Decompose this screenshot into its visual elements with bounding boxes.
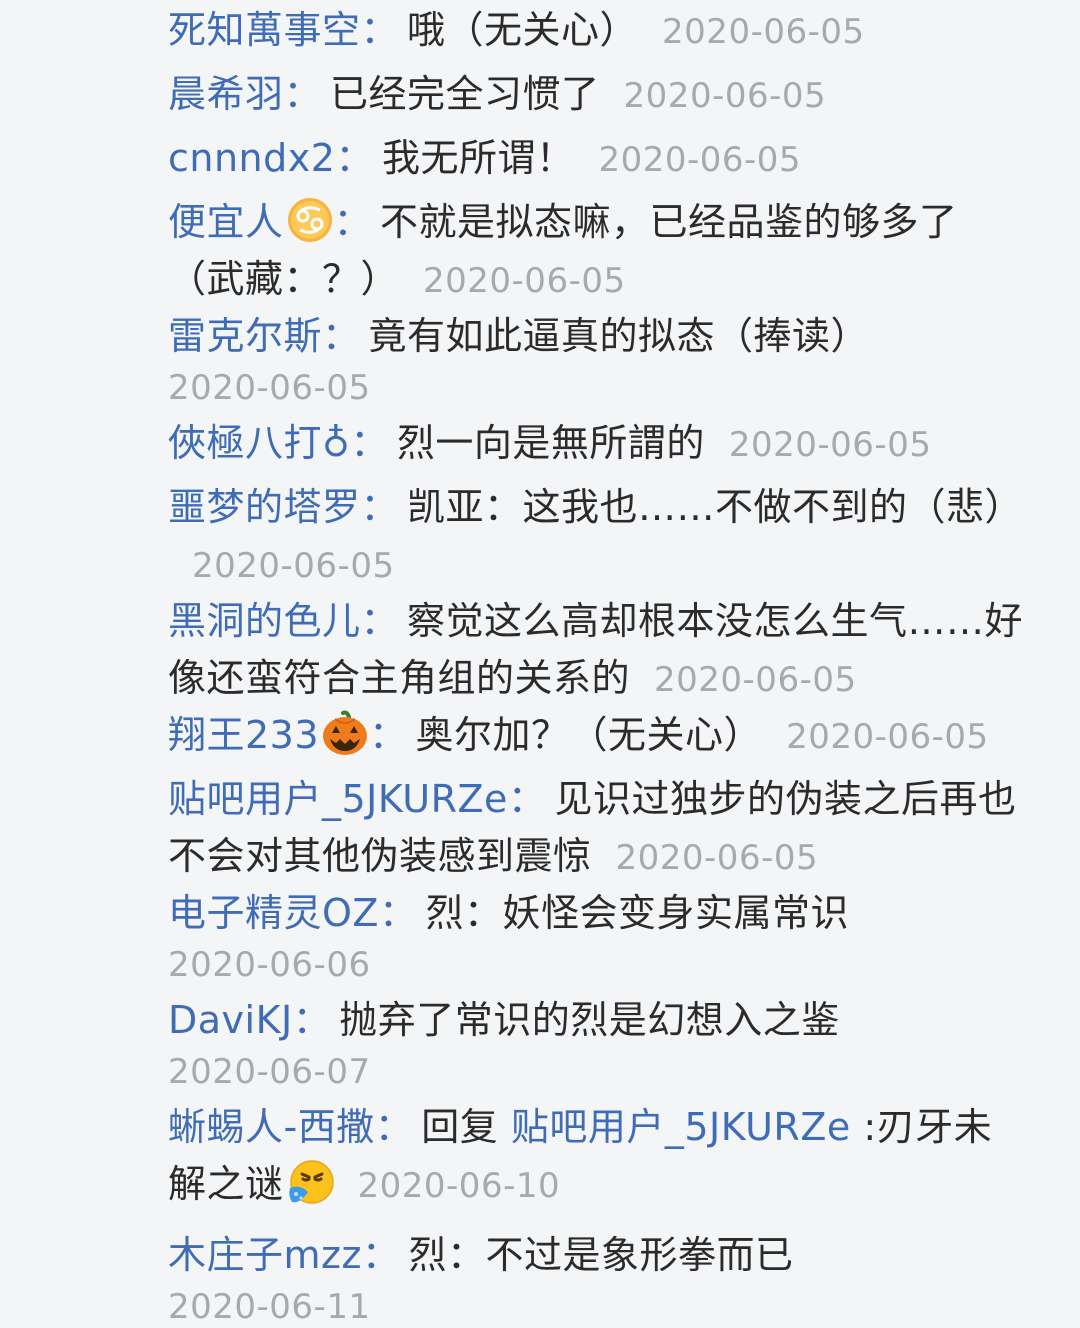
- reply-text: 烈：不过是象形拳而已: [408, 1233, 794, 1277]
- username-link[interactable]: 蜥蜴人-西撒: [168, 1105, 375, 1149]
- list-item: cnnndx2： 我无所谓！ 2020-06-05: [168, 130, 1028, 189]
- reply-text: 竟有如此逼真的拟态（捧读）: [368, 314, 870, 358]
- separator: ：: [333, 200, 373, 244]
- list-item: 噩梦的塔罗： 凯亚：这我也……不做不到的（悲） 2020-06-05: [168, 479, 1028, 595]
- separator: ：: [322, 314, 361, 358]
- timestamp: 2020-06-07: [168, 1052, 371, 1092]
- timestamp: 2020-06-05: [786, 717, 989, 757]
- reply-text: 凯亚：这我也……不做不到的（悲）: [407, 485, 1024, 529]
- reply-text: 抛弃了常识的烈是幻想入之鉴: [339, 998, 840, 1042]
- separator: ：: [378, 891, 418, 935]
- reply-text: 烈：妖怪会变身实属常识: [425, 891, 849, 935]
- jack-o-lantern-icon: [321, 709, 369, 757]
- list-item: 蜥蜴人-西撒： 回复 贴吧用户_5JKURZe :刃牙未解之谜 2020-06-10: [168, 1099, 1028, 1215]
- separator: ：: [335, 136, 374, 180]
- list-item: 晨希羽： 已经完全习惯了 2020-06-05: [168, 66, 1028, 125]
- list-item: 雷克尔斯： 竟有如此逼真的拟态（捧读） 2020-06-05: [168, 308, 1028, 411]
- username-link[interactable]: 俠極八打♁: [168, 421, 350, 465]
- separator: ：: [360, 8, 400, 52]
- separator: ：: [360, 599, 400, 643]
- username-link[interactable]: 噩梦的塔罗: [168, 485, 361, 529]
- username-link[interactable]: DaviKJ: [168, 998, 293, 1042]
- reply-mention-link[interactable]: 贴吧用户_5JKURZe: [511, 1105, 851, 1149]
- username-link[interactable]: 木庄子mzz: [168, 1233, 362, 1277]
- separator: ：: [292, 998, 332, 1042]
- username-link[interactable]: 雷克尔斯: [168, 314, 322, 358]
- list-item: 木庄子mzz： 烈：不过是象形拳而已 2020-06-11: [168, 1227, 1028, 1328]
- username-link[interactable]: 贴吧用户_5JKURZe: [168, 777, 508, 821]
- vomiting-face-emoji-icon: [286, 1158, 334, 1206]
- username-link[interactable]: 电子精灵OZ: [168, 891, 379, 935]
- timestamp: 2020-06-05: [662, 12, 865, 52]
- username-link[interactable]: 便宜人: [168, 200, 284, 244]
- reply-text: 哦（无关心）: [407, 8, 639, 52]
- separator: ：: [360, 485, 400, 529]
- separator: ：: [369, 713, 408, 757]
- username-link[interactable]: 死知萬事空: [168, 8, 361, 52]
- timestamp: 2020-06-05: [728, 425, 932, 465]
- reply-text: 奥尔加？（无关心）: [415, 713, 763, 757]
- list-item: 翔王233 ：奥尔加？（无关心） 2020-06-05: [168, 707, 1028, 766]
- timestamp: 2020-06-05: [598, 140, 802, 180]
- separator: ：: [283, 72, 323, 116]
- username-link[interactable]: 晨希羽: [168, 72, 284, 116]
- separator: ：: [361, 1233, 401, 1277]
- username-link[interactable]: cnnndx2: [168, 136, 335, 180]
- username-link[interactable]: 翔王233: [168, 713, 319, 757]
- timestamp: 2020-06-05: [192, 546, 395, 586]
- timestamp: 2020-06-05: [615, 838, 819, 878]
- reply-text: 我无所谓！: [381, 136, 575, 180]
- list-item: 便宜人：不就是拟态嘛，已经品鉴的够多了（武藏：？） 2020-06-05: [168, 194, 1028, 310]
- timestamp: 2020-06-11: [168, 1287, 371, 1327]
- separator: ：: [350, 421, 389, 465]
- list-item: 电子精灵OZ： 烈：妖怪会变身实属常识 2020-06-06: [168, 885, 1028, 988]
- reply-text: 烈一向是無所謂的: [396, 421, 705, 465]
- reply-prefix: 回复: [421, 1105, 511, 1149]
- reply-text: 已经完全习惯了: [330, 72, 600, 116]
- reply-list: 死知萬事空： 哦（无关心） 2020-06-05 晨希羽： 已经完全习惯了 2020-0…: [168, 0, 1028, 1328]
- timestamp: 2020-06-06: [168, 945, 371, 985]
- separator: ：: [507, 777, 547, 821]
- list-item: 贴吧用户_5JKURZe： 见识过独步的伪装之后再也不会对其他伪装感到震惊 2020…: [168, 771, 1028, 887]
- timestamp: 2020-06-05: [423, 261, 626, 301]
- timestamp: 2020-06-05: [654, 660, 857, 700]
- separator: ：: [374, 1105, 414, 1149]
- list-item: 死知萬事空： 哦（无关心） 2020-06-05: [168, 2, 1028, 61]
- timestamp: 2020-06-10: [357, 1166, 561, 1206]
- list-item: DaviKJ： 抛弃了常识的烈是幻想入之鉴 2020-06-07: [168, 992, 1028, 1095]
- username-link[interactable]: 黑洞的色儿: [168, 599, 361, 643]
- list-item: 黑洞的色儿： 察觉这么高却根本没怎么生气……好像还蛮符合主角组的关系的 2020-0…: [168, 593, 1028, 709]
- cancer-zodiac-icon: [286, 196, 334, 244]
- timestamp: 2020-06-05: [623, 76, 827, 116]
- timestamp: 2020-06-05: [168, 368, 371, 408]
- list-item: 俠極八打♁： 烈一向是無所謂的 2020-06-05: [168, 415, 1028, 474]
